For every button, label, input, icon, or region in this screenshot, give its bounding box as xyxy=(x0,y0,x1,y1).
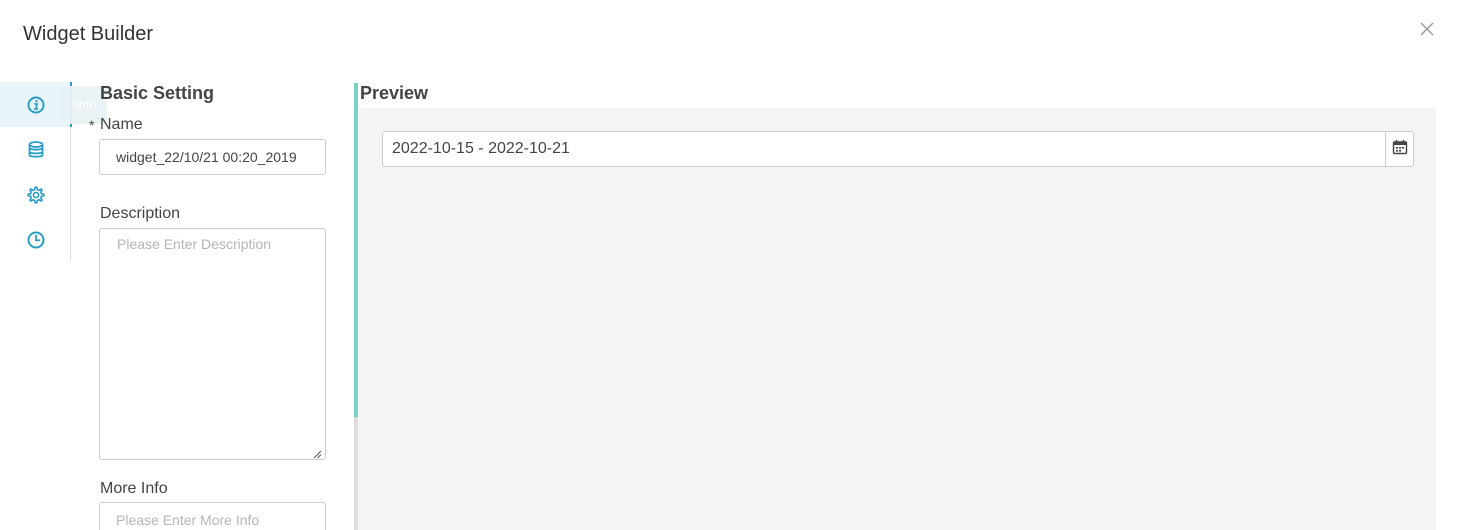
calendar-button[interactable] xyxy=(1385,132,1413,166)
rail-item-settings[interactable] xyxy=(0,172,72,217)
description-textarea[interactable]: Please Enter Description xyxy=(99,228,326,460)
clock-icon xyxy=(26,230,46,250)
gear-icon xyxy=(26,185,46,205)
close-button[interactable] xyxy=(1418,20,1436,38)
date-range-value: 2022-10-15 - 2022-10-21 xyxy=(392,140,570,157)
required-mark: * xyxy=(89,117,95,133)
preview-title: Preview xyxy=(360,83,429,103)
rail-item-schedule[interactable] xyxy=(0,217,72,262)
calendar-icon xyxy=(1392,139,1408,160)
date-range-picker[interactable]: 2022-10-15 - 2022-10-21 xyxy=(382,131,1414,167)
description-placeholder: Please Enter Description xyxy=(117,236,272,252)
name-label: Name xyxy=(100,116,143,133)
more-info-input[interactable]: Please Enter More Info xyxy=(99,502,326,530)
rail-item-data[interactable] xyxy=(0,127,72,172)
info-icon xyxy=(26,95,46,115)
widget-builder-dialog: Widget Builder Info Basic Setting * Name… xyxy=(0,0,1457,530)
preview-panel xyxy=(358,108,1436,530)
resize-handle-icon[interactable] xyxy=(312,446,322,459)
basic-setting-title: Basic Setting xyxy=(100,83,215,103)
close-icon xyxy=(1418,20,1436,38)
name-input[interactable]: widget_22/10/21 00:20_2019 xyxy=(99,139,326,175)
more-info-label: More Info xyxy=(100,480,168,497)
description-label: Description xyxy=(100,205,181,222)
dialog-title: Widget Builder xyxy=(23,23,154,45)
database-icon xyxy=(26,140,46,160)
